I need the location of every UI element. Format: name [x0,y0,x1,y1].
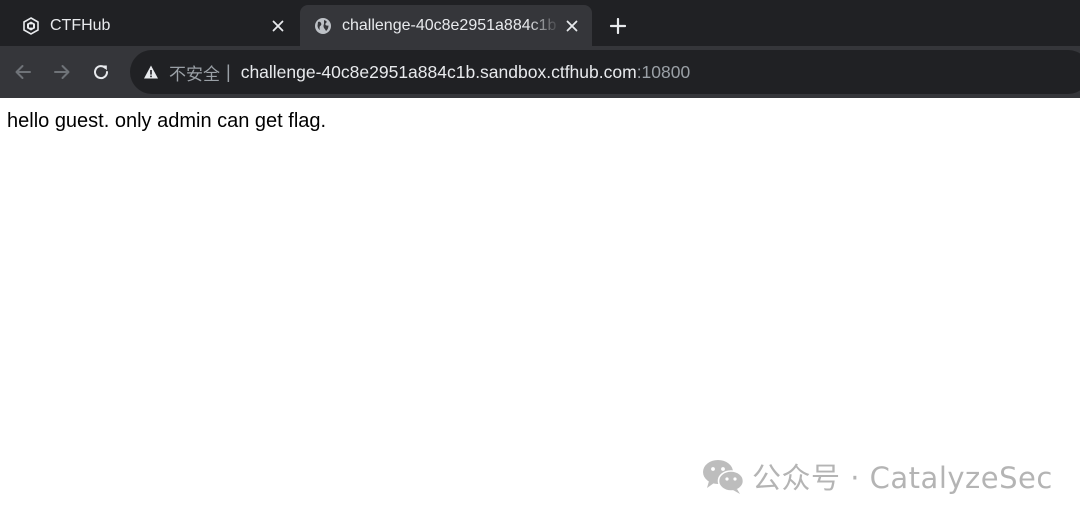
arrow-right-icon [54,65,70,79]
forward-button[interactable] [48,58,76,86]
tab-title: challenge-40c8e2951a884c1b [342,16,557,34]
watermark: 公众号 · CatalyzeSec [700,456,1053,496]
arrow-left-icon [15,65,31,79]
address-bar[interactable]: 不安全 | challenge-40c8e2951a884c1b.sandbox… [130,50,1080,94]
close-tab-icon[interactable] [560,14,584,38]
tab-title: CTFHub [50,16,111,34]
warning-icon[interactable] [143,64,159,80]
tab-challenge[interactable]: challenge-40c8e2951a884c1b [300,5,592,46]
reload-icon [94,65,109,80]
globe-icon [314,17,332,35]
browser-toolbar: 不安全 | challenge-40c8e2951a884c1b.sandbox… [0,46,1080,98]
address-separator: | [226,61,231,82]
wechat-icon [703,460,745,494]
reload-button[interactable] [87,58,115,86]
back-button[interactable] [9,58,37,86]
plus-icon [610,18,626,34]
url-host: challenge-40c8e2951a884c1b.sandbox.ctfhu… [240,61,637,82]
security-status-label[interactable]: 不安全 [169,60,220,85]
tab-ctfhub[interactable]: CTFHub [8,5,298,46]
url-text[interactable]: challenge-40c8e2951a884c1b.sandbox.ctfhu… [241,62,691,83]
ctfhub-logo-icon [22,16,40,35]
close-tab-icon[interactable] [266,14,290,38]
tab-strip: CTFHub challenge-40c8e2951a884c1b [0,0,1080,46]
url-port: :10800 [636,61,691,82]
watermark-text: 公众号 · CatalyzeSec [752,461,1053,495]
page-message: hello guest. only admin can get flag. [7,110,327,132]
new-tab-button[interactable] [604,12,632,40]
